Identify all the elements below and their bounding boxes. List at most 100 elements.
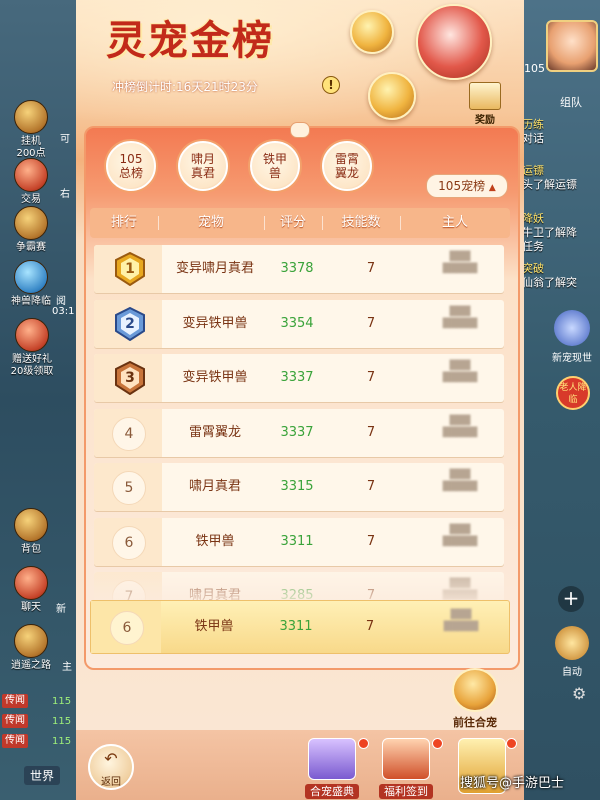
rank-number: 2 <box>125 315 135 332</box>
my-rank-row[interactable]: 6 铁甲兽 3311 7 ███ █████ <box>90 600 510 654</box>
table-row[interactable]: 6 铁甲兽 3311 7 ███ █████ <box>94 517 504 566</box>
tab-total-label: 105 总榜 <box>118 152 143 180</box>
owner-blurred: ████████ <box>442 306 478 329</box>
partial-label: 03:1 <box>52 306 75 317</box>
quest-text[interactable]: 任务 <box>522 240 598 254</box>
gift-box-icon <box>469 82 501 110</box>
pet-skill-count: 7 <box>366 315 376 331</box>
elder-button[interactable]: 老人降临 <box>556 376 590 410</box>
pet-name: 雷霄翼龙 <box>188 424 241 440</box>
gift-label: 赠送好礼 20级领取 <box>10 354 54 377</box>
tab-total[interactable]: 105 总榜 <box>106 141 156 191</box>
bag-button[interactable]: 背包 <box>4 508 58 556</box>
gear-icon[interactable]: ⚙ <box>572 684 586 703</box>
partial-label: 主 <box>62 662 72 673</box>
rank-level-dropdown[interactable]: 105宠榜 ▲ <box>426 174 508 198</box>
tab-tiejia[interactable]: 铁甲 兽 <box>250 141 300 191</box>
rank-cell: 4 <box>94 408 162 457</box>
merge-pot-icon <box>452 668 498 712</box>
background-left: 挂机 200点 交易 争霸赛 神兽降临 赠送好礼 20级领取 背包 聊天 逍遥之… <box>0 0 80 800</box>
elder-label: 老人降临 <box>559 383 587 405</box>
caret-up-icon: ▲ <box>488 183 496 193</box>
back-arrow-icon: ↶ <box>104 749 118 768</box>
tab-xiaoyue[interactable]: 啸月 真君 <box>178 141 228 191</box>
xiaoyao-button[interactable]: 逍遥之路 <box>4 624 58 672</box>
trade-label: 交易 <box>21 194 41 205</box>
add-icon[interactable]: + <box>558 586 584 612</box>
welfare-signin-label: 福利签到 <box>379 784 433 799</box>
notification-dot <box>506 738 517 749</box>
pet-score: 3315 <box>280 479 314 494</box>
pet-name: 变异铁甲兽 <box>182 315 248 331</box>
table-row[interactable]: 2 变异铁甲兽 3354 7 ███ █████ <box>94 299 504 348</box>
quest-text[interactable]: 头了解运镖 <box>522 178 598 192</box>
rank-number: 5 <box>112 471 146 505</box>
quest-text[interactable]: 运镖 <box>522 164 598 178</box>
pet-name: 变异铁甲兽 <box>182 370 248 385</box>
tab-leixiao-label: 雷霄 翼龙 <box>334 152 359 180</box>
gift-button[interactable]: 赠送好礼 20级领取 <box>0 318 64 378</box>
contest-button[interactable]: 争霸赛 <box>4 206 58 254</box>
pet-name: 变异啸月真君 <box>175 261 254 276</box>
info-icon[interactable]: ! <box>322 76 340 94</box>
chat-button[interactable]: 聊天 <box>4 566 58 614</box>
auto-button[interactable]: 自动 <box>550 626 594 679</box>
quest-text[interactable]: 牛卫了解降 <box>522 226 598 240</box>
trade-button[interactable]: 交易 <box>4 158 58 206</box>
merge-festival-label: 合宠盛典 <box>305 784 359 799</box>
rank-cell: 1 <box>94 245 162 293</box>
gift-bag-icon <box>308 738 356 780</box>
table-row[interactable]: 4 雷霄翼龙 3337 7 ███ █████ <box>94 408 504 457</box>
quest-text[interactable]: 仙翁了解突 <box>522 276 598 290</box>
merge-festival-button[interactable]: 合宠盛典 <box>300 738 369 800</box>
rumor-tag: 传闻 <box>2 734 28 748</box>
back-label: 返回 <box>101 777 121 788</box>
goto-merge-label: 前往合宠 <box>453 716 497 729</box>
pet-ranking-panel: 灵宠金榜 冲榜倒计时:16天21时23分 ! 奖励 105 总榜 啸月 真君 铁… <box>76 0 524 800</box>
rumor-number: 115 <box>52 696 72 707</box>
scroll-medal-icon[interactable] <box>416 4 492 80</box>
owner-blurred: ████████ <box>442 470 478 492</box>
auto-label: 自动 <box>562 667 582 678</box>
quest-text[interactable]: 历练 <box>522 118 598 132</box>
crown-medal-icon[interactable] <box>350 10 394 54</box>
new-pet-button[interactable]: 新宠现世 <box>548 310 596 365</box>
column-owner: 主人 <box>441 215 468 230</box>
quest-text[interactable]: 对话 <box>522 132 598 146</box>
beast-icon <box>14 260 48 294</box>
hangup-button[interactable]: 挂机 200点 <box>4 100 58 160</box>
pet-skill-count: 7 <box>366 370 376 385</box>
table-row[interactable]: 1 变异啸月真君 3378 7 ███ █████ <box>94 245 504 293</box>
team-button[interactable]: 组队 <box>560 94 582 110</box>
pet-skill-count: 7 <box>366 479 376 494</box>
world-channel-button[interactable]: 世界 <box>24 766 61 785</box>
watermark: 搜狐号@手游巴士 <box>460 776 565 791</box>
reward-button[interactable]: 奖励 <box>464 82 506 126</box>
new-pet-label: 新宠现世 <box>552 353 592 364</box>
rumor-number: 115 <box>52 716 72 727</box>
owner-blurred: ████████ <box>442 252 478 274</box>
bag-label: 背包 <box>21 544 41 555</box>
column-pet: 宠物 <box>197 215 224 230</box>
quest-text[interactable]: 突破 <box>522 262 598 276</box>
rank-number: 1 <box>125 261 135 277</box>
back-button[interactable]: ↶ 返回 <box>88 744 134 790</box>
rank-cell: 2 <box>94 299 162 348</box>
tab-leixiao[interactable]: 雷霄 翼龙 <box>322 141 372 191</box>
gold-rank-badge-icon: 1 <box>114 251 146 287</box>
table-row[interactable]: 3 变异铁甲兽 3337 7 ███ █████ <box>94 354 504 402</box>
bronze-rank-badge-icon: 3 <box>114 360 146 396</box>
quest-text[interactable]: 降妖 <box>522 212 598 226</box>
page-title: 灵宠金榜 <box>106 17 274 64</box>
beast-button[interactable]: 神兽降临 <box>4 260 58 308</box>
goto-merge-button[interactable]: 前往合宠 <box>444 668 506 729</box>
welfare-signin-button[interactable]: 福利签到 <box>374 738 443 800</box>
rank-cell: 6 <box>94 517 162 566</box>
avatar[interactable] <box>546 20 598 72</box>
pet-name: 铁甲兽 <box>195 533 235 549</box>
table-row[interactable]: 5 啸月真君 3315 7 ███ █████ <box>94 463 504 511</box>
column-score: 评分 <box>279 215 306 230</box>
rank-number: 4 <box>112 416 146 451</box>
column-skills: 技能数 <box>341 215 381 230</box>
gold-medal-icon[interactable] <box>368 72 416 120</box>
